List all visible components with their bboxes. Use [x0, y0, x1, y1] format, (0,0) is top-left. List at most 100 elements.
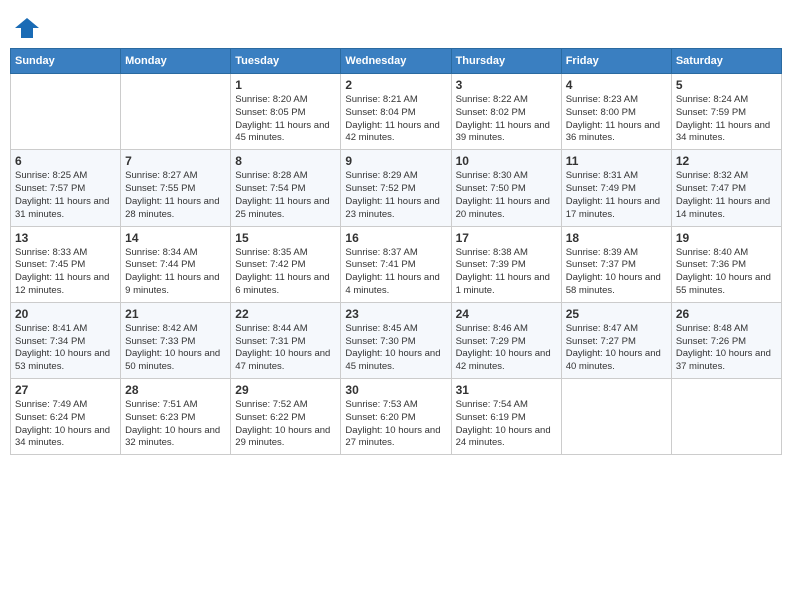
day-number: 16 [345, 231, 446, 245]
calendar-cell: 30 Sunrise: 7:53 AM Sunset: 6:20 PM Dayli… [341, 379, 451, 455]
column-header-sunday: Sunday [11, 49, 121, 74]
calendar-cell: 23 Sunrise: 8:45 AM Sunset: 7:30 PM Dayli… [341, 302, 451, 378]
day-info: Sunrise: 8:24 AM Sunset: 7:59 PM Dayligh… [676, 94, 777, 145]
day-number: 30 [345, 383, 446, 397]
day-info: Sunrise: 8:47 AM Sunset: 7:27 PM Dayligh… [566, 323, 667, 374]
day-number: 10 [456, 154, 557, 168]
calendar-cell: 3Sunrise: 8:22 AM Sunset: 8:02 PM Daylig… [451, 74, 561, 150]
calendar-cell: 20 Sunrise: 8:41 AM Sunset: 7:34 PM Dayli… [11, 302, 121, 378]
week-row-2: 6 Sunrise: 8:25 AM Sunset: 7:57 PM Daylig… [11, 150, 782, 226]
column-header-saturday: Saturday [671, 49, 781, 74]
day-info: Sunrise: 7:52 AM Sunset: 6:22 PM Dayligh… [235, 399, 336, 450]
logo [10, 14, 41, 42]
day-number: 8 [235, 154, 336, 168]
calendar-cell: 21 Sunrise: 8:42 AM Sunset: 7:33 PM Dayli… [121, 302, 231, 378]
page-header [10, 10, 782, 42]
calendar-cell: 2 Sunrise: 8:21 AM Sunset: 8:04 PM Daylig… [341, 74, 451, 150]
day-info: Sunrise: 8:44 AM Sunset: 7:31 PM Dayligh… [235, 323, 336, 374]
column-header-friday: Friday [561, 49, 671, 74]
calendar-cell: 22 Sunrise: 8:44 AM Sunset: 7:31 PM Dayli… [231, 302, 341, 378]
day-number: 3 [456, 78, 557, 92]
day-number: 17 [456, 231, 557, 245]
day-info: Sunrise: 8:39 AM Sunset: 7:37 PM Dayligh… [566, 247, 667, 298]
day-number: 23 [345, 307, 446, 321]
calendar-cell: 26 Sunrise: 8:48 AM Sunset: 7:26 PM Dayli… [671, 302, 781, 378]
day-number: 27 [15, 383, 116, 397]
week-row-4: 20 Sunrise: 8:41 AM Sunset: 7:34 PM Dayli… [11, 302, 782, 378]
calendar-cell: 29Sunrise: 7:52 AM Sunset: 6:22 PM Dayli… [231, 379, 341, 455]
column-header-wednesday: Wednesday [341, 49, 451, 74]
calendar-cell: 19Sunrise: 8:40 AM Sunset: 7:36 PM Dayli… [671, 226, 781, 302]
day-info: Sunrise: 7:53 AM Sunset: 6:20 PM Dayligh… [345, 399, 446, 450]
logo-icon [13, 14, 41, 42]
day-number: 6 [15, 154, 116, 168]
day-number: 31 [456, 383, 557, 397]
day-number: 28 [125, 383, 226, 397]
day-number: 25 [566, 307, 667, 321]
calendar-cell: 31 Sunrise: 7:54 AM Sunset: 6:19 PM Dayli… [451, 379, 561, 455]
day-number: 13 [15, 231, 116, 245]
day-info: Sunrise: 8:23 AM Sunset: 8:00 PM Dayligh… [566, 94, 667, 145]
day-info: Sunrise: 8:30 AM Sunset: 7:50 PM Dayligh… [456, 170, 557, 221]
week-row-1: 1Sunrise: 8:20 AM Sunset: 8:05 PM Daylig… [11, 74, 782, 150]
day-number: 24 [456, 307, 557, 321]
day-info: Sunrise: 8:42 AM Sunset: 7:33 PM Dayligh… [125, 323, 226, 374]
day-number: 15 [235, 231, 336, 245]
day-info: Sunrise: 8:27 AM Sunset: 7:55 PM Dayligh… [125, 170, 226, 221]
calendar-cell: 10 Sunrise: 8:30 AM Sunset: 7:50 PM Dayli… [451, 150, 561, 226]
week-row-3: 13 Sunrise: 8:33 AM Sunset: 7:45 PM Dayli… [11, 226, 782, 302]
day-info: Sunrise: 8:29 AM Sunset: 7:52 PM Dayligh… [345, 170, 446, 221]
day-number: 4 [566, 78, 667, 92]
column-header-monday: Monday [121, 49, 231, 74]
calendar-cell: 6 Sunrise: 8:25 AM Sunset: 7:57 PM Daylig… [11, 150, 121, 226]
day-number: 22 [235, 307, 336, 321]
day-number: 12 [676, 154, 777, 168]
day-info: Sunrise: 7:54 AM Sunset: 6:19 PM Dayligh… [456, 399, 557, 450]
week-row-5: 27 Sunrise: 7:49 AM Sunset: 6:24 PM Dayli… [11, 379, 782, 455]
calendar-cell: 27 Sunrise: 7:49 AM Sunset: 6:24 PM Dayli… [11, 379, 121, 455]
day-number: 19 [676, 231, 777, 245]
day-info: Sunrise: 8:34 AM Sunset: 7:44 PM Dayligh… [125, 247, 226, 298]
calendar-cell: 9Sunrise: 8:29 AM Sunset: 7:52 PM Daylig… [341, 150, 451, 226]
day-info: Sunrise: 8:31 AM Sunset: 7:49 PM Dayligh… [566, 170, 667, 221]
column-header-thursday: Thursday [451, 49, 561, 74]
day-info: Sunrise: 8:21 AM Sunset: 8:04 PM Dayligh… [345, 94, 446, 145]
day-info: Sunrise: 8:38 AM Sunset: 7:39 PM Dayligh… [456, 247, 557, 298]
calendar-cell: 7 Sunrise: 8:27 AM Sunset: 7:55 PM Daylig… [121, 150, 231, 226]
day-info: Sunrise: 8:35 AM Sunset: 7:42 PM Dayligh… [235, 247, 336, 298]
day-info: Sunrise: 8:37 AM Sunset: 7:41 PM Dayligh… [345, 247, 446, 298]
calendar-cell: 17 Sunrise: 8:38 AM Sunset: 7:39 PM Dayli… [451, 226, 561, 302]
day-info: Sunrise: 8:32 AM Sunset: 7:47 PM Dayligh… [676, 170, 777, 221]
calendar-cell: 11 Sunrise: 8:31 AM Sunset: 7:49 PM Dayli… [561, 150, 671, 226]
day-info: Sunrise: 8:20 AM Sunset: 8:05 PM Dayligh… [235, 94, 336, 145]
day-number: 20 [15, 307, 116, 321]
day-number: 18 [566, 231, 667, 245]
day-info: Sunrise: 8:33 AM Sunset: 7:45 PM Dayligh… [15, 247, 116, 298]
day-number: 2 [345, 78, 446, 92]
day-number: 5 [676, 78, 777, 92]
header-row: SundayMondayTuesdayWednesdayThursdayFrid… [11, 49, 782, 74]
calendar-cell [11, 74, 121, 150]
day-number: 14 [125, 231, 226, 245]
day-info: Sunrise: 8:48 AM Sunset: 7:26 PM Dayligh… [676, 323, 777, 374]
column-header-tuesday: Tuesday [231, 49, 341, 74]
calendar-cell [561, 379, 671, 455]
calendar-cell: 25 Sunrise: 8:47 AM Sunset: 7:27 PM Dayli… [561, 302, 671, 378]
day-number: 26 [676, 307, 777, 321]
day-number: 11 [566, 154, 667, 168]
calendar-cell: 14 Sunrise: 8:34 AM Sunset: 7:44 PM Dayli… [121, 226, 231, 302]
day-info: Sunrise: 8:46 AM Sunset: 7:29 PM Dayligh… [456, 323, 557, 374]
day-info: Sunrise: 7:51 AM Sunset: 6:23 PM Dayligh… [125, 399, 226, 450]
calendar-cell: 1Sunrise: 8:20 AM Sunset: 8:05 PM Daylig… [231, 74, 341, 150]
calendar-cell: 28 Sunrise: 7:51 AM Sunset: 6:23 PM Dayli… [121, 379, 231, 455]
calendar-cell: 12 Sunrise: 8:32 AM Sunset: 7:47 PM Dayli… [671, 150, 781, 226]
day-info: Sunrise: 8:45 AM Sunset: 7:30 PM Dayligh… [345, 323, 446, 374]
day-number: 7 [125, 154, 226, 168]
calendar-cell: 24 Sunrise: 8:46 AM Sunset: 7:29 PM Dayli… [451, 302, 561, 378]
day-info: Sunrise: 7:49 AM Sunset: 6:24 PM Dayligh… [15, 399, 116, 450]
day-number: 21 [125, 307, 226, 321]
calendar-cell: 4 Sunrise: 8:23 AM Sunset: 8:00 PM Daylig… [561, 74, 671, 150]
day-info: Sunrise: 8:41 AM Sunset: 7:34 PM Dayligh… [15, 323, 116, 374]
day-info: Sunrise: 8:25 AM Sunset: 7:57 PM Dayligh… [15, 170, 116, 221]
calendar-cell: 8Sunrise: 8:28 AM Sunset: 7:54 PM Daylig… [231, 150, 341, 226]
